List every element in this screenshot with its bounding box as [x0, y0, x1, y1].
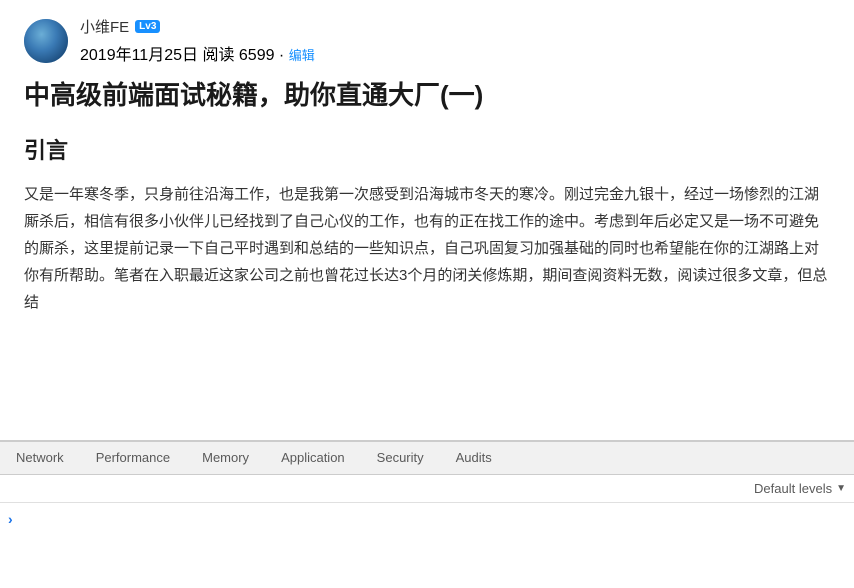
tab-performance[interactable]: Performance — [80, 442, 186, 474]
edit-link[interactable]: 编辑 — [289, 48, 315, 63]
devtools-panel: Network Performance Memory Application S… — [0, 440, 854, 588]
author-name-row: 小维FE Lv3 — [80, 16, 315, 37]
lv-badge: Lv3 — [135, 20, 160, 33]
tab-memory[interactable]: Memory — [186, 442, 265, 474]
tab-audits[interactable]: Audits — [440, 442, 508, 474]
console-prompt-row: › — [8, 507, 846, 531]
console-filter-input[interactable] — [8, 479, 746, 499]
tab-memory-label: Memory — [202, 450, 249, 465]
author-meta: 2019年11月25日 阅读 6599 · 编辑 — [80, 41, 315, 65]
console-body: › — [0, 503, 854, 588]
tab-application-label: Application — [281, 450, 345, 465]
tab-performance-label: Performance — [96, 450, 170, 465]
article-body-text: 又是一年寒冬季，只身前往沿海工作，也是我第一次感受到沿海城市冬天的寒冷。刚过完金… — [24, 181, 830, 316]
author-info: 小维FE Lv3 2019年11月25日 阅读 6599 · 编辑 — [80, 16, 315, 65]
article-body: 又是一年寒冬季，只身前往沿海工作，也是我第一次感受到沿海城市冬天的寒冷。刚过完金… — [24, 181, 830, 316]
prompt-arrow-icon: › — [8, 511, 13, 527]
tab-security[interactable]: Security — [361, 442, 440, 474]
chevron-down-icon: ▼ — [836, 483, 846, 494]
avatar — [24, 19, 68, 63]
article-title: 中高级前端面试秘籍，助你直通大厂(一) — [24, 77, 830, 113]
default-levels-dropdown[interactable]: Default levels ▼ — [754, 481, 846, 496]
tab-security-label: Security — [377, 450, 424, 465]
section-heading: 引言 — [24, 133, 830, 165]
author-name: 小维FE — [80, 16, 129, 37]
console-toolbar: Default levels ▼ — [0, 475, 854, 503]
default-levels-label: Default levels — [754, 481, 832, 496]
devtools-tabs-bar: Network Performance Memory Application S… — [0, 441, 854, 475]
tab-network[interactable]: Network — [0, 442, 80, 474]
author-row: 小维FE Lv3 2019年11月25日 阅读 6599 · 编辑 — [24, 16, 830, 65]
author-meta-text: 2019年11月25日 阅读 6599 · — [80, 47, 289, 64]
tab-audits-label: Audits — [456, 450, 492, 465]
tab-network-label: Network — [16, 450, 64, 465]
tab-application[interactable]: Application — [265, 442, 361, 474]
article-area: 小维FE Lv3 2019年11月25日 阅读 6599 · 编辑 中高级前端面… — [0, 0, 854, 440]
